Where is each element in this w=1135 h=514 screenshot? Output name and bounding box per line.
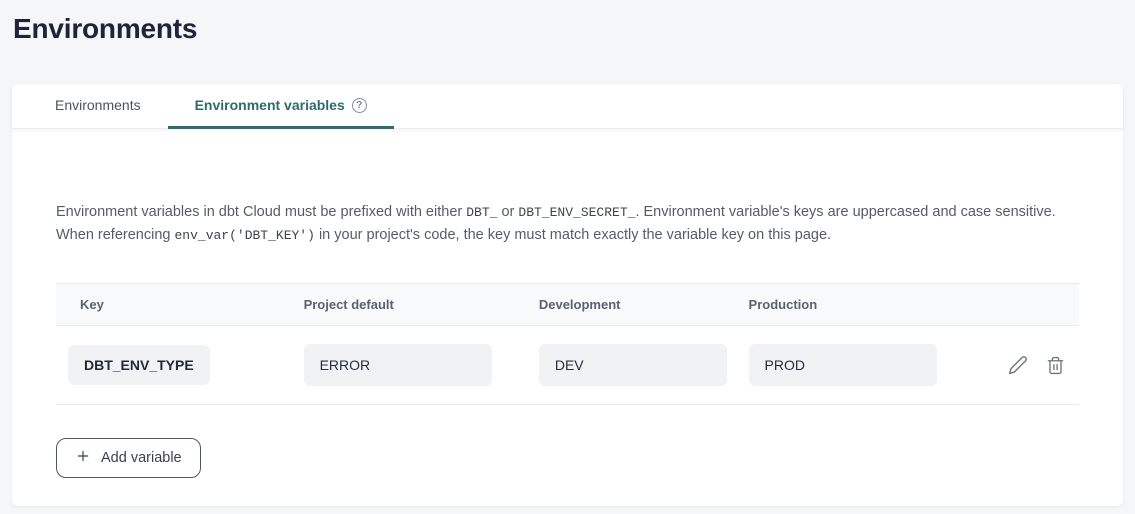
tab-panel-environment-variables: Environment variables in dbt Cloud must … xyxy=(12,129,1123,506)
table-header-row: Key Project default Development Producti… xyxy=(56,284,1079,326)
column-header-production: Production xyxy=(749,284,960,326)
tab-environment-variables-label: Environment variables xyxy=(195,97,345,113)
code-dbt-prefix: DBT_ xyxy=(466,205,497,220)
column-header-development: Development xyxy=(539,284,749,326)
production-value: PROD xyxy=(749,344,937,386)
variable-key-value: DBT_ENV_TYPE xyxy=(68,345,210,385)
add-variable-button[interactable]: Add variable xyxy=(56,438,201,478)
add-variable-label: Add variable xyxy=(101,450,182,466)
code-dbt-env-secret-prefix: DBT_ENV_SECRET_ xyxy=(518,205,635,220)
description-text: or xyxy=(497,204,518,220)
delete-variable-button[interactable] xyxy=(1046,356,1065,375)
tab-environment-variables[interactable]: Environment variables ? xyxy=(168,84,394,129)
column-header-actions xyxy=(959,284,1079,326)
project-default-value: ERROR xyxy=(304,344,492,386)
column-header-project-default: Project default xyxy=(304,284,539,326)
description-text: Environment variables in dbt Cloud must … xyxy=(56,204,466,220)
description-paragraph: Environment variables in dbt Cloud must … xyxy=(56,201,1079,247)
code-env-var-example: env_var('DBT_KEY') xyxy=(174,228,314,243)
tab-environments-label: Environments xyxy=(55,97,141,113)
table-row: DBT_ENV_TYPE ERROR DEV PROD xyxy=(56,326,1079,405)
plus-icon xyxy=(75,448,91,468)
help-icon[interactable]: ? xyxy=(352,98,367,113)
edit-variable-button[interactable] xyxy=(1008,355,1028,375)
description-text: in your project's code, the key must mat… xyxy=(315,227,831,243)
environments-card: Environments Environment variables ? Env… xyxy=(12,84,1123,506)
pencil-icon xyxy=(1008,355,1028,375)
variables-table: Key Project default Development Producti… xyxy=(56,283,1079,405)
tab-environments[interactable]: Environments xyxy=(28,84,168,129)
trash-icon xyxy=(1046,356,1065,375)
tab-bar: Environments Environment variables ? xyxy=(12,84,1123,129)
page-title: Environments xyxy=(0,0,1135,48)
development-value: DEV xyxy=(539,344,727,386)
column-header-key: Key xyxy=(56,284,304,326)
